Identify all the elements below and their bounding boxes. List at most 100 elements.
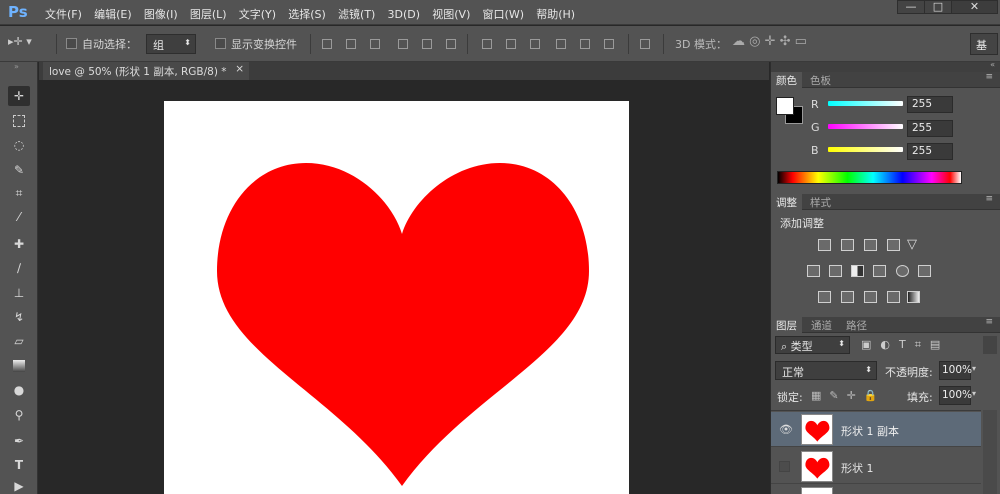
pen-tool[interactable]: ✒ <box>8 431 30 451</box>
auto-select-checkbox[interactable]: 自动选择： <box>66 36 137 52</box>
auto-select-dropdown[interactable]: 组 ⬍ <box>146 34 196 54</box>
threshold-icon[interactable] <box>864 291 877 303</box>
layer-filter-dropdown[interactable]: ⌕ 类型 ⬍ <box>775 336 850 354</box>
distribute-top-icon[interactable] <box>482 39 492 49</box>
document-canvas[interactable] <box>164 101 629 494</box>
align-left-icon[interactable] <box>398 39 408 49</box>
type-tool[interactable]: T <box>8 455 30 475</box>
gradient-tool[interactable] <box>8 356 30 376</box>
clone-stamp-tool[interactable]: ⊥ <box>8 283 30 303</box>
auto-align-icon[interactable] <box>640 39 650 49</box>
distribute-hcenter-icon[interactable] <box>580 39 590 49</box>
align-vcenter-icon[interactable] <box>346 39 356 49</box>
document-tab[interactable]: love @ 50% (形状 1 副本, RGB/8) * × <box>43 62 249 80</box>
visibility-toggle-icon[interactable] <box>779 461 790 472</box>
tab-adjustments[interactable]: 调整 <box>771 194 802 210</box>
layer-name[interactable]: 形状 1 <box>841 460 874 476</box>
menu-edit[interactable]: 编辑(E) <box>94 8 132 21</box>
fill-value[interactable]: 100% <box>939 386 972 405</box>
panel-menu-icon[interactable]: ≡ <box>985 194 993 204</box>
menu-select[interactable]: 选择(S) <box>288 8 326 21</box>
layer-name[interactable]: 形状 1 副本 <box>841 423 899 439</box>
eyedropper-tool[interactable]: ⁄ <box>8 207 30 227</box>
channel-r-slider[interactable] <box>828 101 903 106</box>
close-tab-button[interactable]: × <box>235 63 244 75</box>
tab-paths[interactable]: 路径 <box>841 317 872 333</box>
tab-styles[interactable]: 样式 <box>805 194 836 210</box>
fill-dropdown-icon[interactable]: ▾ <box>972 386 986 405</box>
lock-icons[interactable]: ▦✎✛🔒 <box>811 389 886 402</box>
invert-icon[interactable] <box>818 291 831 303</box>
brightness-icon[interactable] <box>818 239 831 251</box>
layer-filter-icons[interactable]: ▣◐T⌗▤ <box>861 338 949 352</box>
path-selection-tool[interactable]: ▶ <box>8 476 30 494</box>
distribute-bottom-icon[interactable] <box>530 39 540 49</box>
workspace-switcher[interactable]: 基 <box>970 33 998 55</box>
channel-g-value[interactable]: 255 <box>907 120 953 137</box>
blend-mode-dropdown[interactable]: 正常 ⬍ <box>775 361 877 380</box>
tab-layers[interactable]: 图层 <box>771 317 802 333</box>
foreground-color-swatch[interactable] <box>776 97 794 115</box>
menu-layer[interactable]: 图层(L) <box>190 8 227 21</box>
align-top-icon[interactable] <box>322 39 332 49</box>
blur-tool[interactable]: ● <box>8 380 30 400</box>
menu-3d[interactable]: 3D(D) <box>388 8 421 21</box>
collapse-icon[interactable]: » <box>14 62 19 71</box>
layer-row[interactable]: 👁 形状 1 副本 <box>771 412 981 447</box>
align-bottom-icon[interactable] <box>370 39 380 49</box>
menu-filter[interactable]: 滤镜(T) <box>338 8 375 21</box>
opacity-dropdown-icon[interactable]: ▾ <box>972 361 986 380</box>
tab-swatches[interactable]: 色板 <box>805 72 836 88</box>
crop-tool[interactable]: ⌗ <box>8 183 30 203</box>
filter-toggle[interactable] <box>983 336 997 354</box>
color-spectrum-ramp[interactable] <box>777 171 962 184</box>
selective-color-icon[interactable] <box>907 291 920 303</box>
minimize-button[interactable]: — <box>897 0 925 14</box>
move-tool[interactable]: ✛ <box>8 86 30 106</box>
levels-icon[interactable] <box>841 239 854 251</box>
menu-help[interactable]: 帮助(H) <box>536 8 575 21</box>
vibrance-icon[interactable]: ▽ <box>907 237 917 252</box>
opacity-value[interactable]: 100% <box>939 361 972 380</box>
layers-scrollbar[interactable] <box>983 410 997 494</box>
exposure-icon[interactable] <box>887 239 900 251</box>
heart-shape[interactable] <box>164 101 629 494</box>
curves-icon[interactable] <box>864 239 877 251</box>
quick-selection-tool[interactable]: ✎ <box>8 160 30 180</box>
menu-view[interactable]: 视图(V) <box>432 8 470 21</box>
gradient-map-icon[interactable] <box>887 291 900 303</box>
marquee-tool[interactable] <box>8 111 30 131</box>
brush-tool[interactable]: ∕ <box>8 258 30 278</box>
distribute-left-icon[interactable] <box>556 39 566 49</box>
distribute-vcenter-icon[interactable] <box>506 39 516 49</box>
channel-b-value[interactable]: 255 <box>907 143 953 160</box>
color-lookup-icon[interactable] <box>918 265 931 277</box>
visibility-eye-icon[interactable]: 👁 <box>779 423 793 436</box>
dodge-tool[interactable]: ⚲ <box>8 405 30 425</box>
menu-file[interactable]: 文件(F) <box>45 8 82 21</box>
close-window-button[interactable]: ✕ <box>951 0 998 14</box>
tab-channels[interactable]: 通道 <box>806 317 837 333</box>
maximize-button[interactable]: □ <box>924 0 952 14</box>
panel-menu-icon[interactable]: ≡ <box>985 317 993 327</box>
menu-image[interactable]: 图像(I) <box>144 8 178 21</box>
tab-color[interactable]: 颜色 <box>771 72 802 88</box>
align-hcenter-icon[interactable] <box>422 39 432 49</box>
channel-g-slider[interactable] <box>828 124 903 129</box>
photo-filter-icon[interactable] <box>873 265 886 277</box>
healing-brush-tool[interactable]: ✚ <box>8 234 30 254</box>
posterize-icon[interactable] <box>841 291 854 303</box>
distribute-right-icon[interactable] <box>604 39 614 49</box>
menu-type[interactable]: 文字(Y) <box>239 8 276 21</box>
3d-mode-icons[interactable]: ☁ ◎ ✛ ✣ ▭ <box>732 34 807 49</box>
lasso-tool[interactable]: ◌ <box>8 135 30 155</box>
black-white-icon[interactable] <box>851 265 864 277</box>
layer-row[interactable]: 形状 1 <box>771 449 981 484</box>
menu-window[interactable]: 窗口(W) <box>483 8 524 21</box>
channel-mixer-icon[interactable] <box>896 265 909 277</box>
channel-r-value[interactable]: 255 <box>907 96 953 113</box>
eraser-tool[interactable]: ▱ <box>8 331 30 351</box>
history-brush-tool[interactable]: ↯ <box>8 307 30 327</box>
channel-b-slider[interactable] <box>828 147 903 152</box>
move-tool-preset-icon[interactable]: ▸✛ ▾ <box>8 35 32 48</box>
